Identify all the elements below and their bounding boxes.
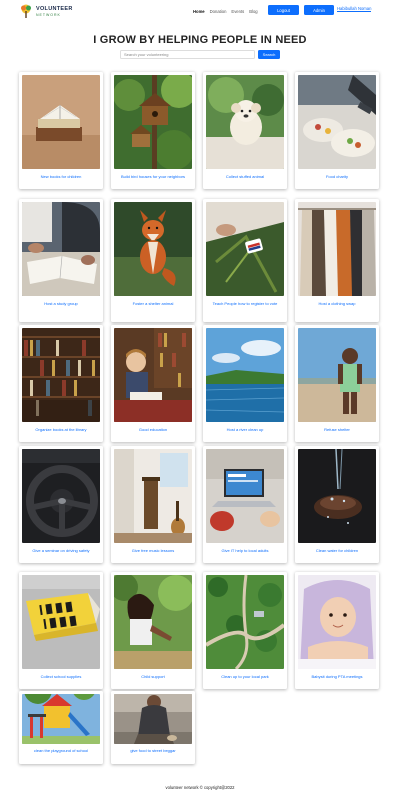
event-card[interactable]: Give a seminar on driving safety [19,446,103,563]
footer-copyright: volunteer network © copyright@2022 [165,785,235,790]
nav-link-donation[interactable]: Donation [210,9,227,14]
event-card[interactable]: Give free music lessons [111,446,195,563]
nav-link-events[interactable]: Events [231,9,244,14]
event-card-title[interactable]: Refuse shelter [298,427,376,433]
event-card[interactable]: Collect stuffed animal [203,72,287,189]
vote-photo[interactable] [206,202,284,296]
park-photo[interactable] [206,575,284,669]
event-card[interactable]: New books for children [19,72,103,189]
nav-links: Home Donation Events Blog [193,6,263,16]
event-card[interactable]: Clean water for children [295,446,379,563]
beggar-photo[interactable] [114,694,192,744]
event-card-title[interactable]: Teach People how to register to vote [206,301,284,307]
books-photo[interactable] [22,75,100,169]
event-card-title[interactable]: Host a clothing swap [298,301,376,307]
event-card-title[interactable]: Collect stuffed animal [206,174,284,180]
event-card-title[interactable]: New books for children [22,174,100,180]
birdhouse-photo[interactable] [114,75,192,169]
child-photo[interactable] [298,328,376,422]
nav-link-home[interactable]: Home [193,9,205,14]
event-card-title[interactable]: Build bird houses for your neighbors [114,174,192,180]
education-photo[interactable] [114,328,192,422]
event-card-title[interactable]: Give a seminar on driving safety [22,548,100,554]
fox-photo[interactable] [114,202,192,296]
event-card[interactable]: Organize books at the library [19,325,103,442]
tree-logo-icon [21,4,31,18]
event-card-title[interactable]: Clean water for children [298,548,376,554]
event-card[interactable]: Teach People how to register to vote [203,199,287,322]
water-hands-photo[interactable] [298,449,376,543]
admin-button[interactable]: Admin [304,5,334,15]
event-card[interactable]: clean the playground of school [19,691,103,764]
user-name-link[interactable]: Habibullah Noman [337,6,372,12]
page-headline: I GROW BY HELPING PEOPLE IN NEED [93,34,307,46]
logout-button[interactable]: Logout [268,5,299,15]
river-photo[interactable] [206,328,284,422]
clothing-photo[interactable] [298,202,376,296]
love-to-learn-photo[interactable] [22,575,100,669]
logo-subtext: NETWORK [36,12,61,17]
library-photo[interactable] [22,328,100,422]
event-card-title[interactable]: Foster a shelter animal [114,301,192,307]
event-card[interactable]: give food to street beggar [111,691,195,764]
event-card[interactable]: Host a clothing swap [295,199,379,322]
logo[interactable]: VOLUNTEER NETWORK [19,4,79,19]
girl-outdoors-photo[interactable] [114,575,192,669]
event-card[interactable]: Child support [111,572,195,689]
event-card-title[interactable]: Clean up to your local park [206,674,284,680]
event-card[interactable]: Collect school supplies [19,572,103,689]
stuffed-animal-photo[interactable] [206,75,284,169]
event-card-title[interactable]: Give IT help to local adults [206,548,284,554]
laptop-photo[interactable] [206,449,284,543]
playground-photo[interactable] [22,694,100,744]
event-card-title[interactable]: Food charity [298,174,376,180]
event-card[interactable]: Refuse shelter [295,325,379,442]
event-card[interactable]: Foster a shelter animal [111,199,195,322]
event-card-title[interactable]: Collect school supplies [22,674,100,680]
event-card[interactable]: Host a river clean up [203,325,287,442]
event-card[interactable]: Good education [111,325,195,442]
event-card-title[interactable]: Host a river clean up [206,427,284,433]
event-card-title[interactable]: Host a study group [22,301,100,307]
event-card-title[interactable]: Give free music lessons [114,548,192,554]
music-photo[interactable] [114,449,192,543]
study-group-photo[interactable] [22,202,100,296]
logo-text: VOLUNTEER [36,6,73,12]
event-card[interactable]: Clean up to your local park [203,572,287,689]
event-card[interactable]: Host a study group [19,199,103,322]
event-card-title[interactable]: Organize books at the library [22,427,100,433]
event-card[interactable]: Give IT help to local adults [203,446,287,563]
event-card-title[interactable]: Child support [114,674,192,680]
event-card-title[interactable]: give food to street beggar [114,748,192,754]
food-charity-photo[interactable] [298,75,376,169]
nav-link-blog[interactable]: Blog [249,9,257,14]
event-card[interactable]: Build bird houses for your neighbors [111,72,195,189]
event-card-title[interactable]: Babysit during PTA meetings [298,674,376,680]
baby-photo[interactable] [298,575,376,669]
search-input[interactable] [120,50,255,59]
top-navbar: VOLUNTEER NETWORK Home Donation Events B… [0,0,400,22]
event-card-title[interactable]: clean the playground of school [22,748,100,754]
event-card-title[interactable]: Good education [114,427,192,433]
search-button[interactable]: Search [258,50,280,59]
event-card[interactable]: Babysit during PTA meetings [295,572,379,689]
steering-wheel-photo[interactable] [22,449,100,543]
event-card[interactable]: Food charity [295,72,379,189]
